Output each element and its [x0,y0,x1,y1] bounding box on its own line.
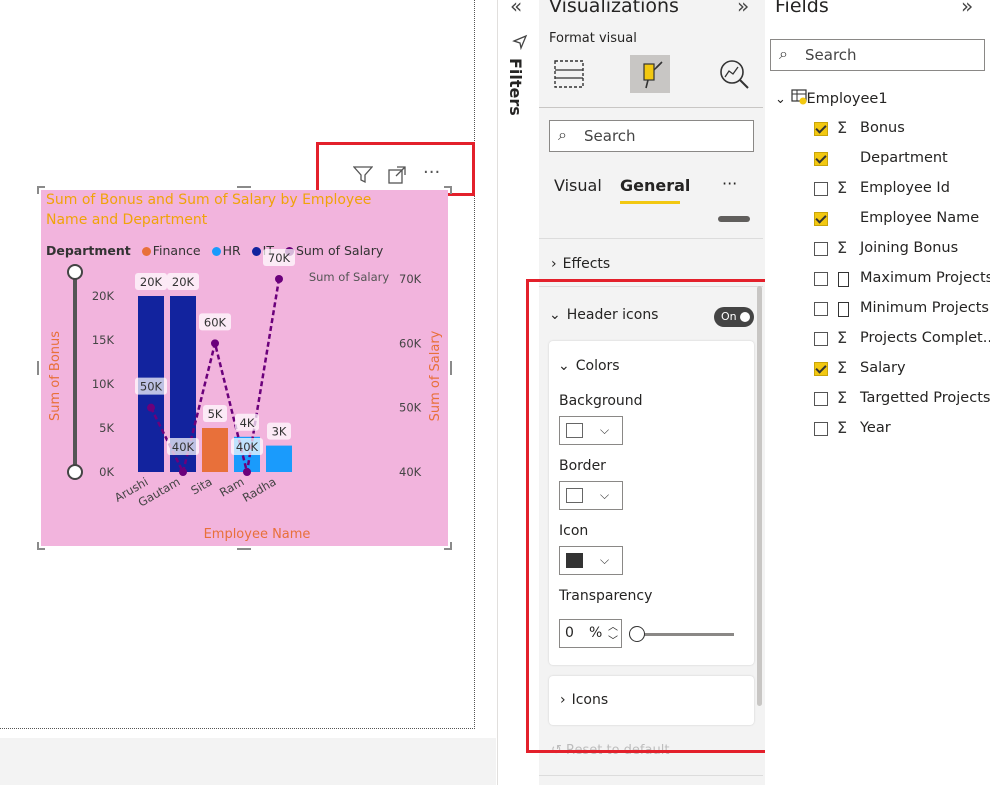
field-label: Minimum Projects [860,300,989,316]
field-item[interactable]: Σ Bonus [765,118,990,145]
format-search-placeholder: Search [584,127,636,145]
field-item[interactable]: Σ Employee Id [765,178,990,205]
scroll-indicator [718,216,750,222]
field-item[interactable]: Σ Projects Complet... [765,328,990,355]
field-checkbox[interactable] [814,392,828,406]
field-checkbox[interactable] [814,332,828,346]
sigma-icon: Σ [837,238,848,257]
tab-general-underline [620,201,680,204]
table-employee1[interactable]: ⌄ Employee1 [775,89,888,107]
tab-visual[interactable]: Visual [554,176,602,195]
table-name: Employee1 [806,91,888,107]
field-item[interactable]: Σ Salary [765,358,990,385]
effects-label: Effects [562,256,611,272]
field-checkbox[interactable] [814,212,828,226]
calculator-icon [838,272,849,287]
field-item[interactable]: Maximum Projects [765,270,990,295]
highlight-header-icons-pane [526,279,785,753]
field-item[interactable]: Department [765,150,990,175]
field-checkbox[interactable] [814,242,828,256]
field-checkbox[interactable] [814,302,828,316]
field-label: Bonus [860,120,905,136]
format-visual-label: Format visual [549,31,637,46]
sigma-icon: Σ [837,358,848,377]
format-visual-tab[interactable] [630,55,670,93]
fields-search-input[interactable]: ⌕ Search [770,39,985,71]
chevron-right-icon: › [551,256,557,272]
sigma-icon: Σ [837,388,848,407]
sigma-icon: Σ [837,418,848,437]
fields-pane: Fields » ⌕ Search ⌄ Employee1 Σ Bonus Depa… [765,0,990,785]
field-label: Projects Complet... [860,330,990,346]
effects-section[interactable]: › Effects [551,256,610,272]
divider [539,238,763,239]
chevron-down-icon: ⌄ [775,92,786,107]
field-checkbox[interactable] [814,362,828,376]
field-label: Department [860,150,948,166]
canvas-footer [0,738,496,785]
sigma-icon: Σ [837,118,848,137]
field-checkbox[interactable] [814,272,828,286]
divider [539,775,763,776]
more-options-icon[interactable]: ··· [722,174,737,193]
field-item[interactable]: Employee Name [765,210,990,235]
sigma-icon: Σ [837,328,848,347]
field-item[interactable]: Σ Joining Bonus [765,238,990,265]
build-visual-icon[interactable] [553,58,585,90]
filters-label[interactable]: Filters [506,58,525,116]
search-icon: ⌕ [558,125,567,144]
format-search-input[interactable]: ⌕ Search [549,120,754,152]
tab-general[interactable]: General [620,176,690,195]
field-checkbox[interactable] [814,152,828,166]
field-item[interactable]: Minimum Projects [765,300,990,325]
field-label: Maximum Projects [860,270,990,286]
field-checkbox[interactable] [814,422,828,436]
field-label: Employee Id [860,180,950,196]
search-icon: ⌕ [779,44,788,63]
analytics-icon[interactable] [718,58,750,90]
double-chevron-left-icon[interactable]: « [510,0,522,18]
field-checkbox[interactable] [814,122,828,136]
field-label: Year [860,420,891,436]
fields-search-placeholder: Search [805,46,857,64]
field-checkbox[interactable] [814,182,828,196]
tab-divider [539,107,763,108]
field-label: Employee Name [860,210,980,226]
visualizations-title: Visualizations [549,0,679,17]
filter-pane-icon [512,34,528,50]
paintbrush-icon [643,61,663,89]
field-item[interactable]: Σ Targetted Projects [765,388,990,415]
table-icon [790,89,807,105]
fields-title: Fields [775,0,829,17]
field-item[interactable]: Σ Year [765,418,990,445]
field-label: Joining Bonus [860,240,959,256]
selection-handles[interactable] [37,186,452,550]
field-label: Salary [860,360,906,376]
calculator-icon [838,302,849,317]
sigma-icon: Σ [837,178,848,197]
double-chevron-right-icon[interactable]: » [737,0,749,18]
double-chevron-right-icon[interactable]: » [961,0,973,18]
field-label: Targetted Projects [860,390,990,406]
